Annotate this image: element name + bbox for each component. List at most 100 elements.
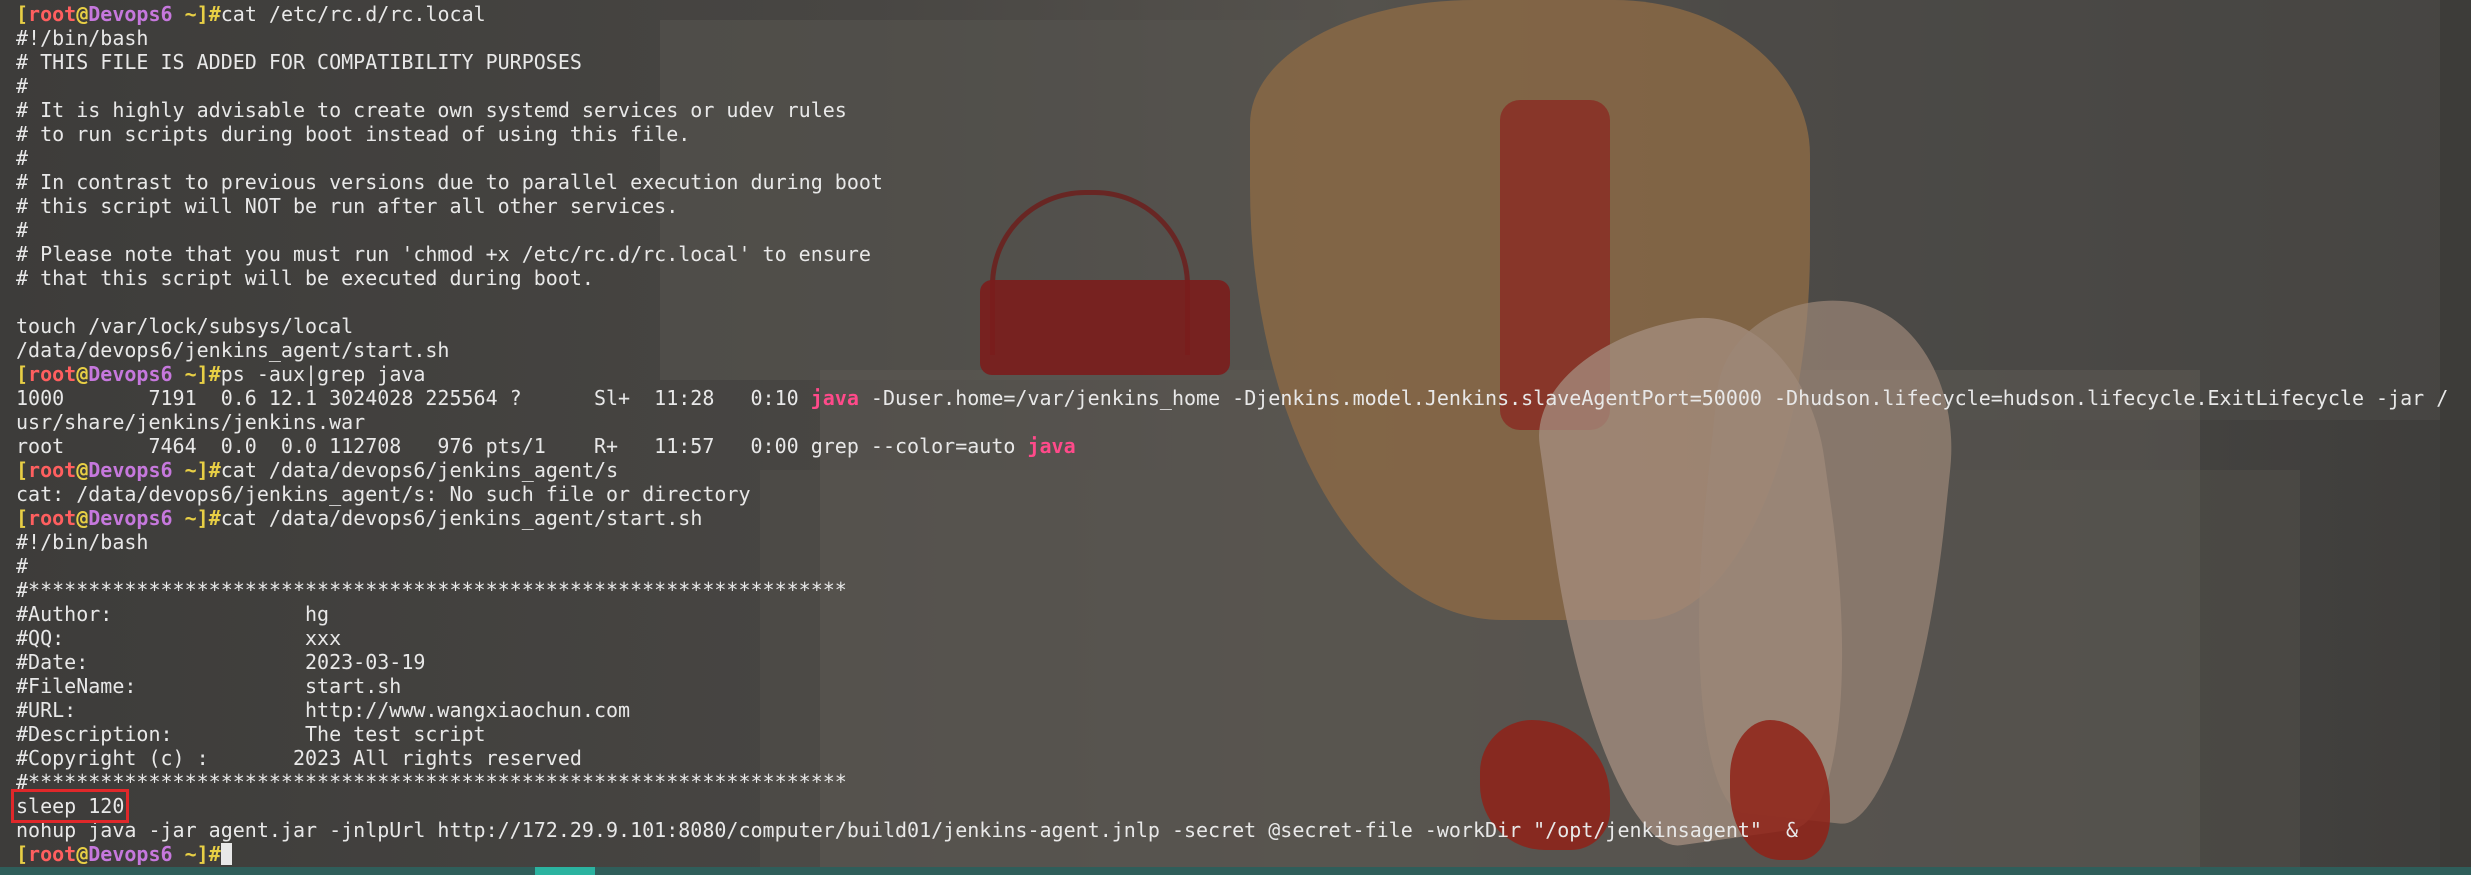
prompt-at: @ <box>76 2 89 26</box>
output-line: # <box>16 218 2448 242</box>
output-text: #Date: 2023-03-19 <box>16 650 426 674</box>
prompt-symbol: # <box>208 362 221 386</box>
output-text: 1000 7191 0.6 12.1 3024028 225564 ? Sl+ … <box>16 386 811 410</box>
output-line: # THIS FILE IS ADDED FOR COMPATIBILITY P… <box>16 50 2448 74</box>
text-cursor[interactable] <box>220 843 232 865</box>
prompt-open-bracket: [ <box>16 2 29 26</box>
output-line: # that this script will be executed duri… <box>16 266 2448 290</box>
output-line: touch /var/lock/subsys/local <box>16 314 2448 338</box>
prompt-line: [root@Devops6 ~]#cat /data/devops6/jenki… <box>16 506 2448 530</box>
prompt-host: Devops6 <box>88 506 173 530</box>
prompt-line: [root@Devops6 ~]# <box>16 842 2448 866</box>
prompt-host: Devops6 <box>88 2 173 26</box>
output-line: # <box>16 554 2448 578</box>
command-text: cat /data/devops6/jenkins_agent/s <box>220 458 619 482</box>
prompt-open-bracket: [ <box>16 362 29 386</box>
output-line: #Copyright (c) : 2023 All rights reserve… <box>16 746 2448 770</box>
output-text: # <box>16 146 29 170</box>
output-text: root 7464 0.0 0.0 112708 976 pts/1 R+ 11… <box>16 434 1028 458</box>
output-line <box>16 290 2448 314</box>
prompt-open-bracket: [ <box>16 458 29 482</box>
output-text: touch /var/lock/subsys/local <box>16 314 354 338</box>
status-bar <box>0 867 2471 875</box>
prompt-close-bracket: ] <box>196 458 209 482</box>
output-line: #!/bin/bash <box>16 530 2448 554</box>
output-line: nohup java -jar agent.jar -jnlpUrl http:… <box>16 818 2448 842</box>
prompt-user: root <box>28 458 77 482</box>
output-text: /data/devops6/jenkins_agent/start.sh <box>16 338 450 362</box>
command-text: ps -aux|grep java <box>220 362 426 386</box>
prompt-close-bracket: ] <box>196 842 209 866</box>
output-text: cat: /data/devops6/jenkins_agent/s: No s… <box>16 482 751 506</box>
output-text: # to run scripts during boot instead of … <box>16 122 691 146</box>
prompt-user: root <box>28 506 77 530</box>
command-text: cat /data/devops6/jenkins_agent/start.sh <box>220 506 703 530</box>
status-bar-tab-indicator[interactable] <box>535 867 595 875</box>
prompt-close-bracket: ] <box>196 2 209 26</box>
output-line: #URL: http://www.wangxiaochun.com <box>16 698 2448 722</box>
output-text: #***************************************… <box>16 578 847 602</box>
output-line: # It is highly advisable to create own s… <box>16 98 2448 122</box>
prompt-host: Devops6 <box>88 362 173 386</box>
highlighted-output-line: sleep 120 <box>10 789 2448 823</box>
prompt-symbol: # <box>208 506 221 530</box>
output-text: #QQ: xxx <box>16 626 342 650</box>
output-text: #!/bin/bash <box>16 26 149 50</box>
output-line: #FileName: start.sh <box>16 674 2448 698</box>
output-line: # <box>16 146 2448 170</box>
output-text: # Please note that you must run 'chmod +… <box>16 242 871 266</box>
output-line: #Date: 2023-03-19 <box>16 650 2448 674</box>
prompt-at: @ <box>76 506 89 530</box>
prompt-at: @ <box>76 362 89 386</box>
output-text: #Author: hg <box>16 602 330 626</box>
output-line: # Please note that you must run 'chmod +… <box>16 242 2448 266</box>
prompt-at: @ <box>76 842 89 866</box>
output-line: #!/bin/bash <box>16 26 2448 50</box>
output-text: nohup java -jar agent.jar -jnlpUrl http:… <box>16 818 1799 842</box>
prompt-host: Devops6 <box>88 458 173 482</box>
output-text: #Copyright (c) : 2023 All rights reserve… <box>16 746 582 770</box>
output-line: # In contrast to previous versions due t… <box>16 170 2448 194</box>
prompt-dir: ~ <box>184 2 197 26</box>
terminal-window[interactable]: [root@Devops6 ~]#cat /etc/rc.d/rc.local #… <box>0 0 2471 875</box>
output-text: #URL: http://www.wangxiaochun.com <box>16 698 631 722</box>
output-text: -Duser.home=/var/jenkins_home -Djenkins.… <box>858 386 2449 410</box>
grep-highlight: java <box>810 386 859 410</box>
output-line: cat: /data/devops6/jenkins_agent/s: No s… <box>16 482 2448 506</box>
output-text: # THIS FILE IS ADDED FOR COMPATIBILITY P… <box>16 50 582 74</box>
output-line: # this script will NOT be run after all … <box>16 194 2448 218</box>
prompt-open-bracket: [ <box>16 842 29 866</box>
grep-result-line: 1000 7191 0.6 12.1 3024028 225564 ? Sl+ … <box>16 386 2448 410</box>
prompt-open-bracket: [ <box>16 506 29 530</box>
output-text: # <box>16 74 29 98</box>
terminal-output[interactable]: [root@Devops6 ~]#cat /etc/rc.d/rc.local #… <box>10 2 2448 866</box>
output-text: # In contrast to previous versions due t… <box>16 170 883 194</box>
command-text: cat /etc/rc.d/rc.local <box>220 2 486 26</box>
prompt-symbol: # <box>208 458 221 482</box>
output-text: #!/bin/bash <box>16 530 149 554</box>
prompt-user: root <box>28 842 77 866</box>
prompt-line: [root@Devops6 ~]#cat /data/devops6/jenki… <box>16 458 2448 482</box>
output-line: # to run scripts during boot instead of … <box>16 122 2448 146</box>
prompt-user: root <box>28 362 77 386</box>
prompt-dir: ~ <box>184 362 197 386</box>
prompt-line: [root@Devops6 ~]#ps -aux|grep java <box>16 362 2448 386</box>
output-line: #QQ: xxx <box>16 626 2448 650</box>
output-text: #***************************************… <box>16 770 847 794</box>
prompt-dir: ~ <box>184 842 197 866</box>
prompt-symbol: # <box>208 842 221 866</box>
prompt-dir: ~ <box>184 458 197 482</box>
grep-highlight: java <box>1027 434 1076 458</box>
output-text: # this script will NOT be run after all … <box>16 194 679 218</box>
prompt-close-bracket: ] <box>196 506 209 530</box>
output-line: #Description: The test script <box>16 722 2448 746</box>
prompt-host: Devops6 <box>88 842 173 866</box>
prompt-dir: ~ <box>184 506 197 530</box>
output-text: # It is highly advisable to create own s… <box>16 98 847 122</box>
prompt-line: [root@Devops6 ~]#cat /etc/rc.d/rc.local <box>16 2 2448 26</box>
